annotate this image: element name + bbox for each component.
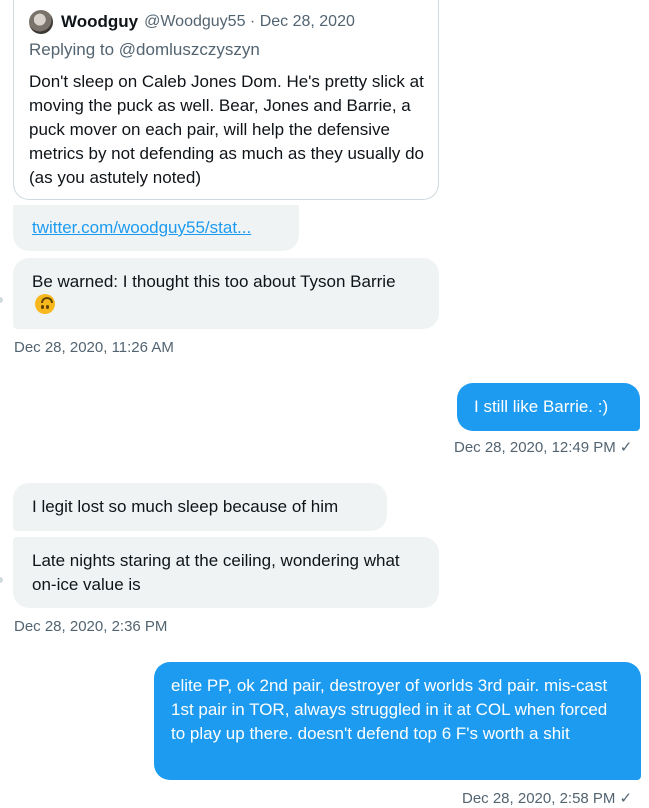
- quoted-author-name[interactable]: Woodguy: [61, 12, 138, 32]
- replying-to-label: Replying to @domluszczyszyn: [29, 40, 260, 59]
- upside-down-face-emoji-icon: [35, 294, 55, 314]
- timestamp-text: Dec 28, 2020, 2:58 PM: [462, 790, 616, 807]
- message-timestamp: Dec 28, 2020, 2:36 PM: [14, 618, 168, 635]
- link-bubble: twitter.com/woodguy55/stat...: [13, 205, 299, 251]
- read-check-icon: ✓: [619, 439, 633, 456]
- quoted-tweet-card[interactable]: Woodguy @Woodguy55 · Dec 28, 2020 Replyi…: [13, 0, 439, 200]
- message-text: elite PP, ok 2nd pair, destroyer of worl…: [171, 676, 608, 743]
- message-bubble-outgoing: I still like Barrie. :): [457, 383, 640, 431]
- message-timestamp-outgoing: Dec 28, 2020, 2:58 PM ✓: [462, 789, 632, 807]
- avatar-edge: [0, 297, 3, 303]
- message-timestamp: Dec 28, 2020, 11:26 AM: [14, 339, 174, 356]
- avatar-edge: [0, 577, 3, 583]
- message-bubble-incoming: I legit lost so much sleep because of hi…: [13, 483, 387, 531]
- message-bubble-outgoing: elite PP, ok 2nd pair, destroyer of worl…: [154, 662, 641, 780]
- message-text: I legit lost so much sleep because of hi…: [32, 497, 339, 516]
- message-timestamp-outgoing: Dec 28, 2020, 12:49 PM ✓: [454, 438, 632, 456]
- read-check-icon: ✓: [619, 790, 633, 807]
- quoted-author-handle-date: @Woodguy55 · Dec 28, 2020: [144, 13, 355, 30]
- timestamp-text: Dec 28, 2020, 12:49 PM: [454, 439, 616, 456]
- message-bubble-incoming: Be warned: I thought this too about Tyso…: [13, 258, 439, 329]
- tweet-link[interactable]: twitter.com/woodguy55/stat...: [32, 218, 251, 238]
- quoted-tweet-header: Woodguy @Woodguy55 · Dec 28, 2020: [29, 10, 355, 34]
- message-text: Late nights staring at the ceiling, wond…: [32, 551, 400, 594]
- message-text: I still like Barrie. :): [474, 397, 609, 416]
- avatar[interactable]: [29, 10, 53, 34]
- message-bubble-incoming: Late nights staring at the ceiling, wond…: [13, 537, 439, 608]
- quoted-tweet-text: Don't sleep on Caleb Jones Dom. He's pre…: [29, 72, 424, 187]
- message-text: Be warned: I thought this too about Tyso…: [32, 272, 396, 291]
